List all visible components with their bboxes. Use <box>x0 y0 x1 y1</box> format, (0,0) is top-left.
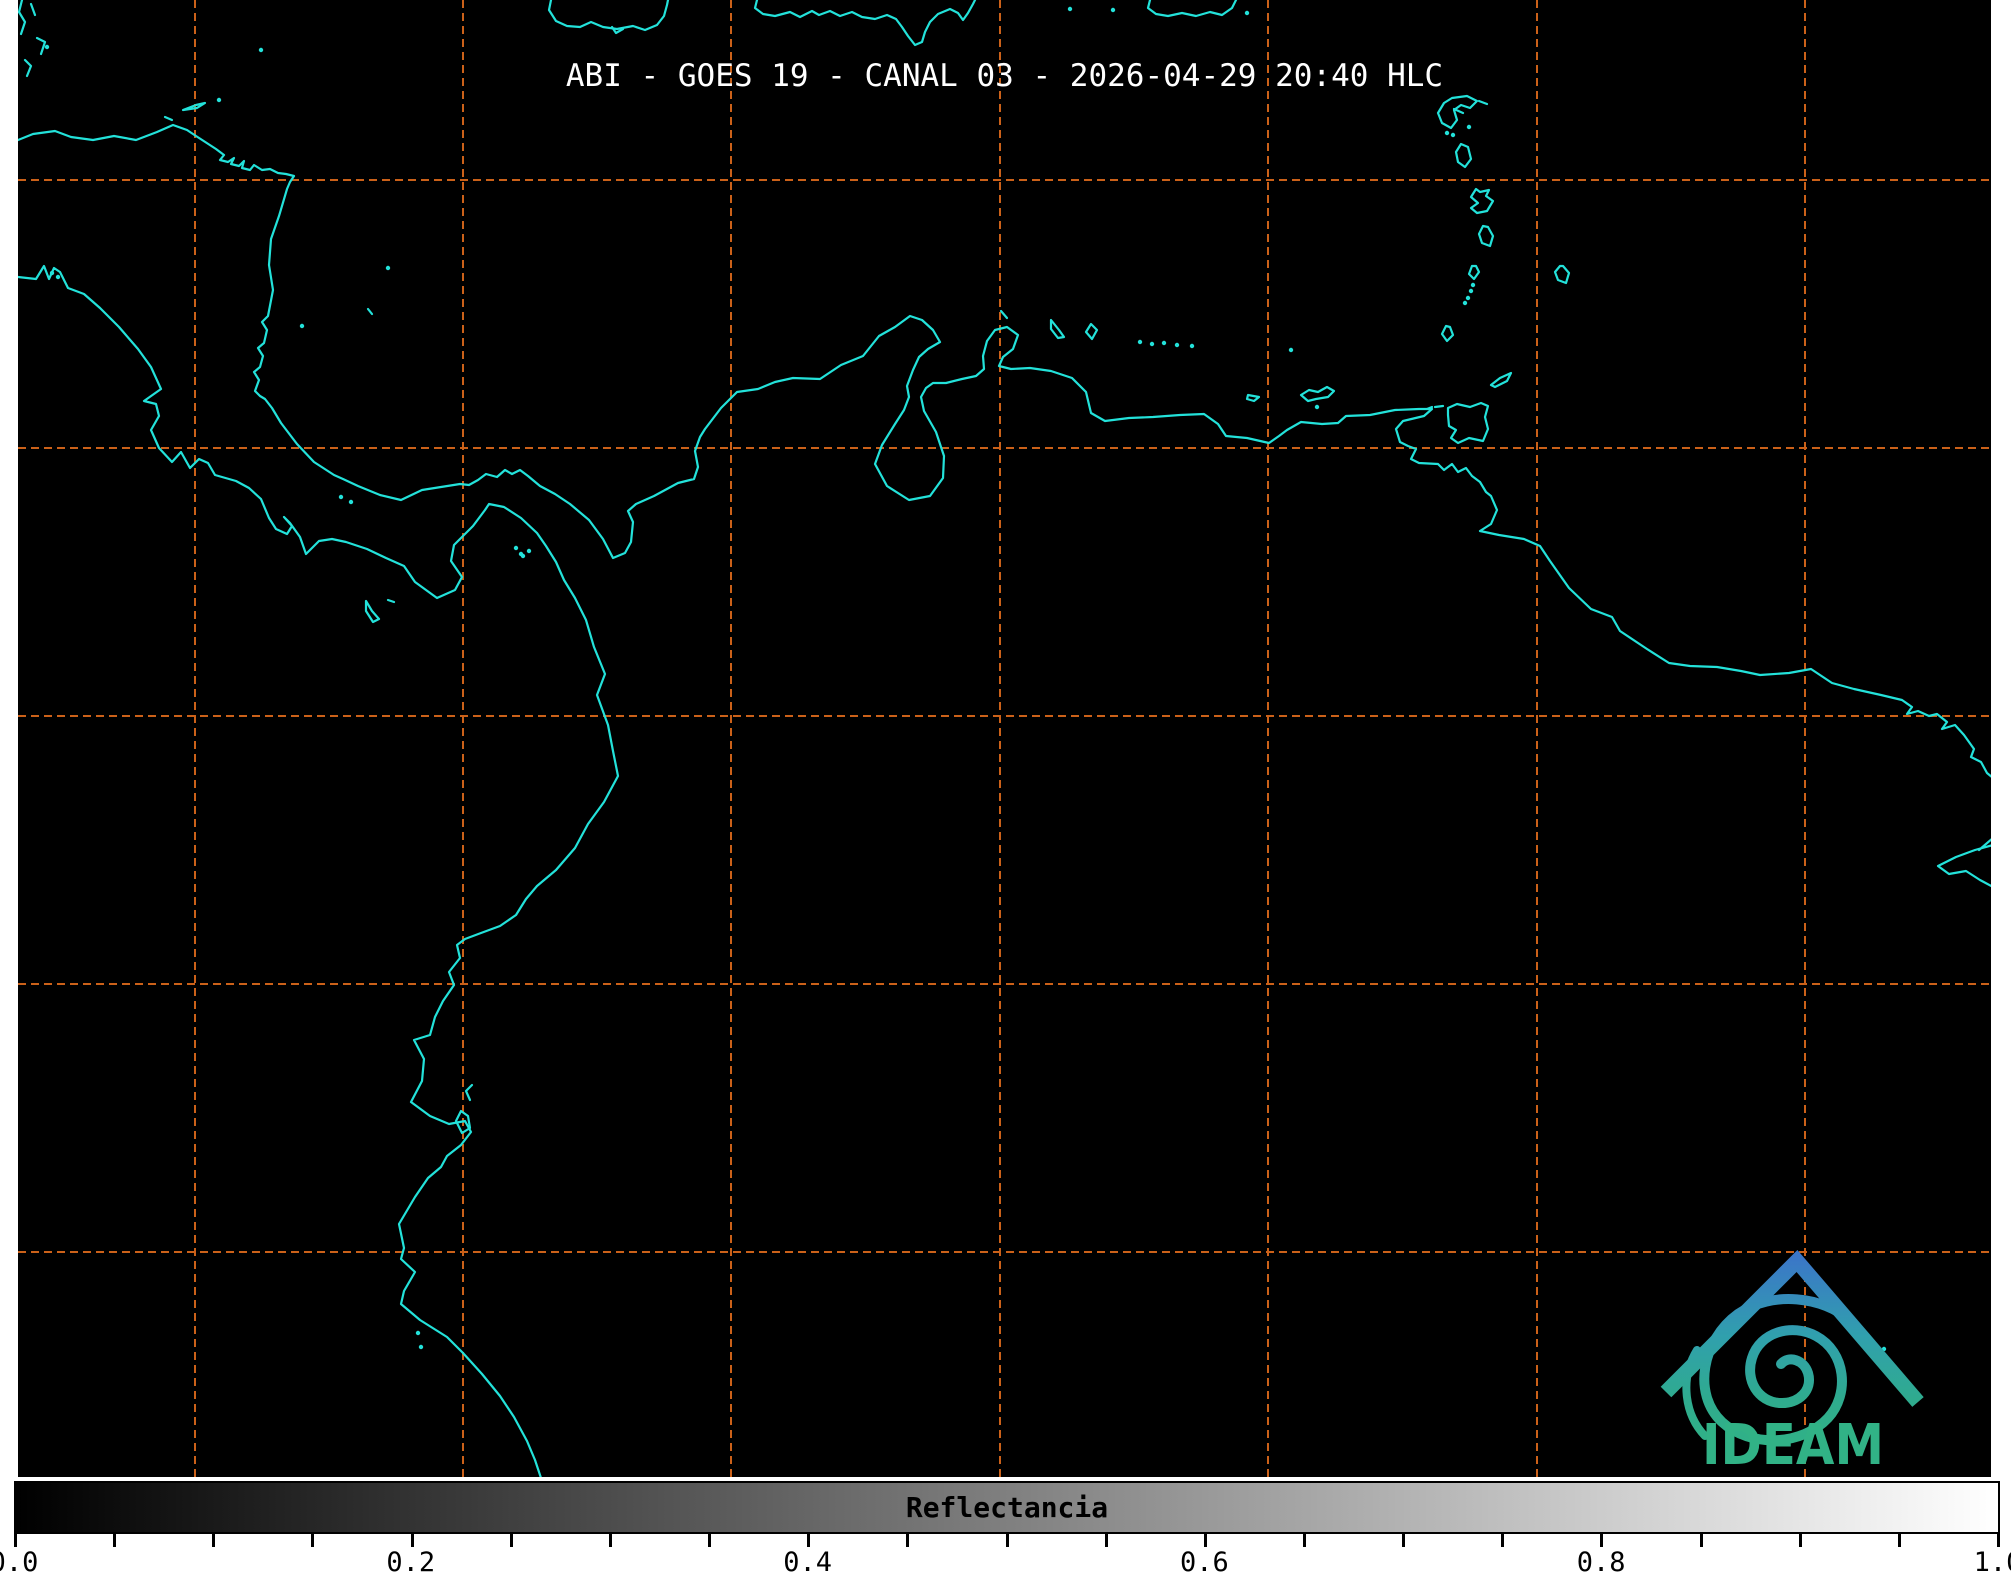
island-martinique <box>1469 187 1495 215</box>
colorbar-tick <box>410 1534 414 1547</box>
islet-dot <box>216 97 222 103</box>
colorbar-tick-label: 0.6 <box>1180 1547 1229 1578</box>
colorbar-tick <box>1798 1534 1802 1547</box>
islet-dot <box>258 47 264 53</box>
islet-dot <box>1174 342 1180 348</box>
island-guadeloupe <box>1436 94 1489 130</box>
colorbar-tick <box>708 1534 712 1547</box>
coast-puerto-rico-south <box>1146 0 1238 18</box>
islet-dot <box>1244 10 1250 16</box>
islet-dot <box>299 323 305 329</box>
colorbar-tick <box>1302 1534 1306 1547</box>
ideam-logo-text: IDEAM <box>1702 1413 1884 1478</box>
islet-dot <box>1161 340 1167 346</box>
colorbar-label: Reflectancia <box>905 1491 1109 1524</box>
colorbar-tick <box>906 1534 910 1547</box>
island-margarita <box>1299 385 1336 403</box>
islet-dot <box>518 551 524 557</box>
islet-dot <box>1444 130 1450 136</box>
colorbar-tick-labels: 0.0 0.2 0.4 0.6 0.8 1.0 <box>0 1547 2011 1578</box>
colorbar-tick <box>807 1534 811 1547</box>
island-grenada <box>1440 324 1455 343</box>
colorbar-tick <box>1402 1534 1406 1547</box>
colorbar-tick <box>1897 1534 1901 1547</box>
island-san-andres <box>366 307 374 316</box>
islet-dot <box>1149 341 1155 347</box>
island-roatan-bay-islands <box>163 101 207 122</box>
coast-hispaniola-south <box>753 0 977 47</box>
ideam-logo: IDEAM <box>1660 1249 1924 1478</box>
islet-dot <box>526 548 532 554</box>
islet-dot <box>1067 6 1073 12</box>
colorbar-ticks <box>14 1534 2000 1548</box>
island-trinidad <box>1425 401 1490 445</box>
island-curacao <box>1049 318 1066 340</box>
colorbar-tick-label: 0.4 <box>783 1547 832 1578</box>
island-barbados <box>1553 264 1571 285</box>
colorbar-tick <box>1005 1534 1009 1547</box>
colorbar-tick <box>1600 1534 1604 1547</box>
satellite-image-page: { "title": {"text": "ABI - GOES 19 - CAN… <box>0 0 2011 1578</box>
island-coiba <box>364 598 396 624</box>
colorbar-tick <box>311 1534 315 1547</box>
map-svg: IDEAM <box>18 0 1991 1478</box>
islet-dot <box>1288 347 1294 353</box>
islet-dot <box>1137 339 1143 345</box>
colorbar-tick <box>1699 1534 1703 1547</box>
islet-dot <box>55 274 61 280</box>
colorbar-tick-label: 0.0 <box>0 1547 39 1578</box>
coast-jamaica <box>547 0 670 32</box>
island-la-tortuga <box>1245 393 1261 403</box>
island-st-vincent <box>1467 264 1481 281</box>
islet-dot <box>385 265 391 271</box>
islet-dot <box>1466 124 1472 130</box>
island-bonaire <box>1084 322 1099 341</box>
coastlines <box>18 0 1991 1477</box>
islet-dot <box>1470 282 1476 288</box>
colorbar-tick <box>113 1534 117 1547</box>
islet-dot <box>1314 404 1320 410</box>
island-dominica <box>1454 142 1473 169</box>
islet-dot <box>338 494 344 500</box>
coast-amapa-fragment <box>1936 838 1991 888</box>
coast-central-america-caribbean-to-guianas <box>18 123 1991 778</box>
islet-dot <box>1110 7 1116 13</box>
colorbar-tick <box>1104 1534 1108 1547</box>
colorbar-tick <box>608 1534 612 1547</box>
colorbar-tick <box>212 1534 216 1547</box>
colorbar: Reflectancia <box>14 1481 2000 1534</box>
colorbar-tick-label: 0.2 <box>386 1547 436 1578</box>
islet-dot <box>415 1330 421 1336</box>
islet-dot <box>418 1344 424 1350</box>
islet-dot <box>1462 300 1468 306</box>
island-st-lucia <box>1477 224 1495 248</box>
islet-dot <box>1450 132 1456 138</box>
colorbar-tick <box>1501 1534 1505 1547</box>
islet-dot <box>1468 288 1474 294</box>
islet-dot <box>1465 295 1471 301</box>
islet-dot <box>1189 343 1195 349</box>
islet-dot <box>348 499 354 505</box>
colorbar-tick <box>1997 1534 2000 1547</box>
islet-dot <box>44 44 50 50</box>
colorbar-tick <box>509 1534 513 1547</box>
colorbar-tick <box>1203 1534 1207 1547</box>
colorbar-tick-label: 1.0 <box>1973 1547 2011 1578</box>
colorbar-tick-label: 0.8 <box>1576 1547 1626 1578</box>
graticule <box>18 0 1991 1477</box>
islet-dot <box>49 270 55 276</box>
colorbar-tick <box>14 1534 17 1547</box>
islet-dot <box>513 545 519 551</box>
island-aruba <box>999 309 1009 320</box>
island-tobago <box>1489 371 1513 389</box>
image-title: ABI - GOES 19 - CANAL 03 - 2026-04-29 20… <box>565 58 1444 94</box>
